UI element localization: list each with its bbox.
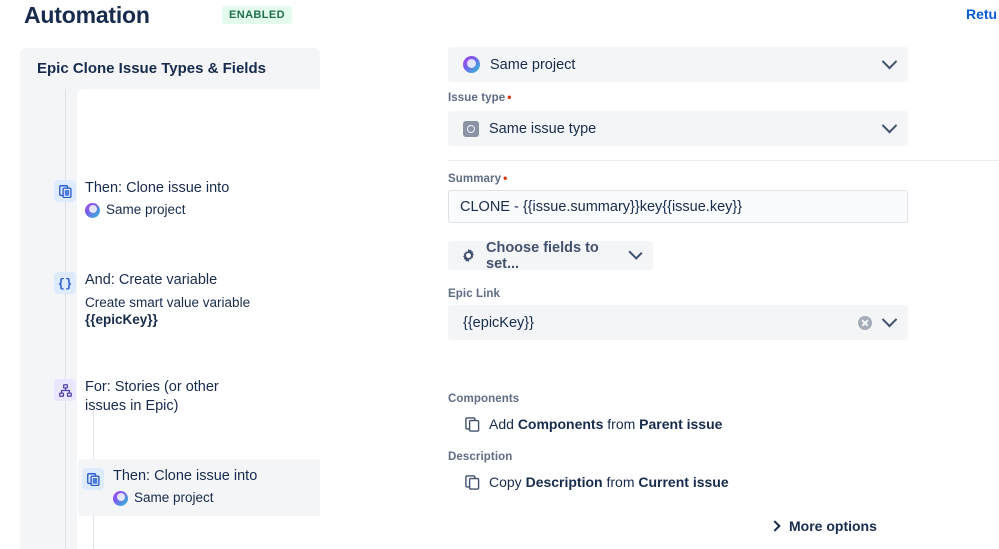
project-avatar-icon [463,56,480,73]
rule-node-subtitle: Same project [113,489,257,507]
status-badge: ENABLED [222,6,292,24]
summary-input-value: CLONE - {{issue.summary}}key{{issue.key}… [460,198,743,215]
choose-fields-label: Choose fields to set... [486,239,599,272]
choose-fields-button[interactable]: Choose fields to set... [448,239,653,272]
description-action-text: Copy Description from Current issue [489,474,729,490]
components-copy-row[interactable]: Add Components from Parent issue [465,416,722,432]
issue-type-select-value: Same issue type [463,120,884,137]
epic-link-label: Epic Link [448,288,501,300]
issue-type-label-text: Issue type [448,92,506,104]
components-label: Components [448,393,520,405]
description-action-prefix: Copy [489,474,522,490]
summary-input[interactable]: CLONE - {{issue.summary}}key{{issue.key}… [448,190,908,223]
components-action-prefix: Add [489,416,514,432]
rule-node-smart-value: {{epicKey}} [85,312,158,327]
clone-icon [54,180,76,202]
description-label: Description [448,451,513,463]
page-title: Automation [24,2,150,28]
summary-label-text: Summary [448,173,502,185]
top-bar: Automation ENABLED Retu [0,0,999,40]
project-select[interactable]: Same project [448,47,908,82]
components-action-field: Components [517,416,604,432]
project-select-value: Same project [463,56,884,73]
rule-node-subtitle-text: Create smart value variable [85,295,251,310]
epic-link-select[interactable]: {{epicKey}} [448,305,908,340]
issue-type-icon [463,120,479,137]
description-copy-row[interactable]: Copy Description from Current issue [465,474,729,490]
required-indicator: • [503,171,508,185]
components-action-middle: from [607,416,636,432]
rule-component-tree: Then: Clone issue into Same project {} A… [20,48,320,549]
project-select-text: Same project [490,56,576,73]
summary-label: Summary • [448,171,507,185]
components-action-source: Parent issue [639,416,723,432]
description-action-source: Current issue [638,474,729,490]
project-avatar-icon [85,202,100,218]
issue-type-label: Issue type • [448,90,512,104]
rule-node-subtitle: Same project [85,201,229,219]
project-avatar-icon [113,490,128,506]
gear-icon [461,248,476,263]
rule-node-body: Then: Clone issue into Same project [113,467,257,507]
chevron-right-icon [769,520,781,532]
components-action-text: Add Components from Parent issue [489,416,722,432]
rule-node-body: And: Create variable Create smart value … [85,271,250,327]
rule-node-clone-issue[interactable]: Then: Clone issue into Same project [54,179,304,219]
branch-icon [54,379,76,401]
svg-text:{}: {} [58,277,72,290]
copy-icon [465,416,480,432]
chevron-down-icon[interactable] [628,245,643,260]
more-options-toggle[interactable]: More options [769,518,877,534]
rule-node-title: Then: Clone issue into [113,468,258,484]
rule-node-branch-stories[interactable]: For: Stories (or other issues in Epic) [54,378,304,416]
chevron-down-icon[interactable] [881,117,898,134]
rule-node-create-variable[interactable]: {} And: Create variable Create smart val… [54,271,304,327]
description-action-field: Description [525,474,603,490]
copy-icon [465,474,480,490]
more-options-label: More options [789,518,877,534]
automation-rule-editor-page: Automation ENABLED Retu Epic Clone Issue… [0,0,999,549]
rule-node-title: And: Create variable [85,272,218,288]
chevron-down-icon[interactable] [881,53,898,70]
rule-node-title: Then: Clone issue into [85,180,230,196]
required-indicator: • [507,90,512,104]
clone-icon [82,468,104,490]
description-action-middle: from [606,474,635,490]
rule-node-subtitle-text: Same project [106,202,186,217]
rule-node-title: For: Stories (or other issues in Epic) [85,379,219,414]
issue-type-select[interactable]: Same issue type [448,111,908,146]
return-to-list-link[interactable]: Retu [966,6,997,22]
epic-link-value: {{epicKey}} [463,314,534,331]
rule-components-panel: Epic Clone Issue Types & Fields Then: Cl… [20,48,320,549]
smart-value-icon: {} [54,272,76,294]
rule-node-subtitle-text: Same project [134,490,214,505]
rule-node-clone-issue-nested-selected[interactable]: Then: Clone issue into Same project [78,459,320,516]
rule-node-body: Then: Clone issue into Same project [85,179,229,219]
clear-icon[interactable] [858,315,872,330]
rule-node-body: For: Stories (or other issues in Epic) [85,378,260,416]
chevron-down-icon[interactable] [881,311,898,328]
component-config-form: Same project Issue type • Same issue type… [320,40,999,549]
issue-type-select-text: Same issue type [489,120,597,137]
section-divider [448,160,999,161]
